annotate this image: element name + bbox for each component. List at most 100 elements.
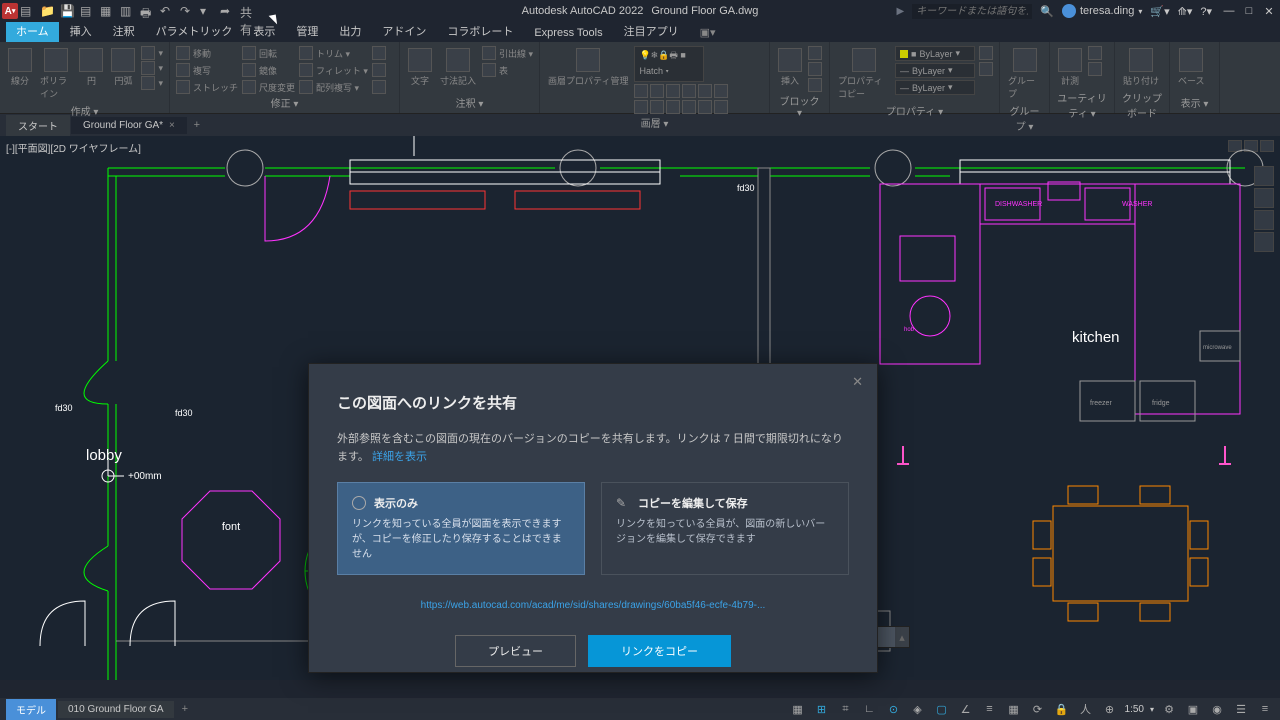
autodesk-icon[interactable]: ⟰▾ (1178, 5, 1193, 18)
search-icon[interactable]: 🔍 (1040, 5, 1054, 18)
tab-annotate[interactable]: 注釈 (103, 20, 145, 42)
nav-zoom-icon[interactable] (1254, 210, 1274, 230)
status-hw-icon[interactable]: ◉ (1208, 701, 1226, 717)
cmd-expand-icon[interactable]: ▴ (895, 631, 909, 644)
details-link[interactable]: 詳細を表示 (372, 451, 427, 463)
status-otrack-icon[interactable]: ∠ (957, 701, 975, 717)
play-icon[interactable]: ▶ (897, 6, 905, 17)
share-url-link[interactable]: https://web.autocad.com/acad/me/sid/shar… (421, 600, 766, 611)
measure-button[interactable]: 計測 (1056, 46, 1084, 89)
qat-more-icon[interactable]: ▾ (200, 4, 214, 18)
status-anno-icon[interactable]: 🔒 (1053, 701, 1071, 717)
panel-annot[interactable]: 注釈 ▾ (406, 94, 533, 111)
viewport-label[interactable]: [-][平面図][2D ワイヤフレーム] (6, 140, 141, 155)
layer-tool8[interactable] (650, 100, 664, 114)
maximize-button[interactable]: □ (1240, 2, 1258, 20)
dim-button[interactable]: 寸法記入 (438, 46, 478, 89)
layer-tool1[interactable] (634, 84, 648, 98)
rotate-button[interactable]: 回転 (242, 46, 295, 60)
paste-button[interactable]: 貼り付け (1121, 46, 1161, 89)
panel-modify[interactable]: 修正 ▾ (176, 94, 393, 111)
array-button[interactable]: 配列複写 ▾ (299, 80, 368, 94)
text-button[interactable]: 文字 (406, 46, 434, 89)
status-snap-icon[interactable]: ⌗ (837, 701, 855, 717)
tab-insert[interactable]: 挿入 (60, 20, 102, 42)
status-gear-icon[interactable]: ⚙ (1160, 701, 1178, 717)
layer-tool3[interactable] (666, 84, 680, 98)
prop-tool2[interactable] (979, 62, 993, 76)
status-trans-icon[interactable]: ▦ (1005, 701, 1023, 717)
mirror-button[interactable]: 鏡像 (242, 63, 295, 77)
option-edit-copy[interactable]: ✎コピーを編集して保存 リンクを知っている全員が、図面の新しいバージョンを編集し… (601, 482, 849, 575)
status-anno2-icon[interactable]: 人 (1077, 701, 1095, 717)
tab-file1[interactable]: Ground Floor GA* × (71, 117, 187, 134)
panel-clip[interactable]: クリップボード (1121, 89, 1163, 121)
mod-more3[interactable] (372, 80, 386, 94)
match-button[interactable]: プロパティコピー (836, 46, 891, 102)
nav-wheel-icon[interactable] (1254, 166, 1274, 186)
saveas-icon[interactable]: ▤ (80, 4, 94, 18)
status-ortho-icon[interactable]: ∟ (861, 701, 879, 717)
layer-tool10[interactable] (682, 100, 696, 114)
status-osnap-icon[interactable]: ▢ (933, 701, 951, 717)
tab-featured[interactable]: 注目アプリ (614, 20, 689, 42)
prop-tool1[interactable] (979, 46, 993, 60)
status-scale[interactable]: 1:50 (1125, 704, 1144, 715)
tab-start[interactable]: スタート (6, 115, 70, 136)
block-tool3[interactable] (808, 78, 822, 92)
tab-collaborate[interactable]: コラボレート (437, 20, 523, 42)
panel-group[interactable]: グループ ▾ (1006, 102, 1043, 134)
status-anno3-icon[interactable]: ⊕ (1101, 701, 1119, 717)
panel-util[interactable]: ユーティリティ ▾ (1056, 89, 1108, 121)
arc-button[interactable]: 円弧 (109, 46, 137, 89)
mod-more1[interactable] (372, 46, 386, 60)
cart-icon[interactable]: 🛒▾ (1150, 5, 1169, 18)
status-grid-icon[interactable]: ⊞ (813, 701, 831, 717)
account-menu[interactable]: teresa.ding ▾ (1062, 4, 1142, 18)
util-tool1[interactable] (1088, 46, 1102, 60)
status-model-icon[interactable]: ▦ (789, 701, 807, 717)
util-tool2[interactable] (1088, 62, 1102, 76)
scale-button[interactable]: 尺度変更 (242, 80, 295, 94)
help-icon[interactable]: ?▾ (1200, 5, 1212, 18)
layer-tool4[interactable] (682, 84, 696, 98)
table-button[interactable]: 表 (482, 63, 533, 77)
stretch-button[interactable]: ストレッチ (176, 80, 238, 94)
base-button[interactable]: ベース (1176, 46, 1207, 89)
new-icon[interactable]: ▤ (20, 4, 34, 18)
close-button[interactable]: ✕ (1260, 2, 1278, 20)
tab-manage[interactable]: 管理 (286, 20, 328, 42)
draw-more3[interactable]: ▾ (141, 76, 163, 90)
search-input[interactable] (912, 4, 1032, 19)
app-logo[interactable]: A▾ (2, 3, 18, 19)
status-polar-icon[interactable]: ⊙ (885, 701, 903, 717)
move-button[interactable]: 移動 (176, 46, 238, 60)
block-tool1[interactable] (808, 46, 822, 60)
draw-more2[interactable]: ▾ (141, 61, 163, 75)
layout-add-button[interactable]: + (176, 703, 194, 715)
layer-tool9[interactable] (666, 100, 680, 114)
preview-button[interactable]: プレビュー (455, 635, 576, 667)
status-max-icon[interactable]: ▣ (1184, 701, 1202, 717)
layer-tool11[interactable] (698, 100, 712, 114)
tab-model[interactable]: モデル (6, 699, 56, 720)
share-icon[interactable]: ➦ (220, 4, 234, 18)
draw-more1[interactable]: ▾ (141, 46, 163, 60)
line-button[interactable]: 線分 (6, 46, 34, 89)
layer-tool6[interactable] (714, 84, 728, 98)
panel-block[interactable]: ブロック ▾ (776, 92, 823, 120)
mod-more2[interactable] (372, 63, 386, 77)
insert-button[interactable]: 挿入 (776, 46, 804, 89)
option-view-only[interactable]: 表示のみ リンクを知っている全員が図面を表示できますが、コピーを修正したり保存す… (337, 482, 585, 575)
print-icon[interactable]: 🖶 (140, 4, 154, 18)
status-cycle-icon[interactable]: ⟳ (1029, 701, 1047, 717)
fillet-button[interactable]: フィレット ▾ (299, 63, 368, 77)
leader-button[interactable]: 引出線 ▾ (482, 46, 533, 60)
tab-close-icon[interactable]: × (169, 120, 175, 131)
panel-prop[interactable]: プロパティ ▾ (836, 102, 993, 119)
status-iso-icon[interactable]: ◈ (909, 701, 927, 717)
qat-custom-icon[interactable]: 共有 (240, 4, 254, 18)
status-iso2-icon[interactable]: ☰ (1232, 701, 1250, 717)
drawing-canvas[interactable]: [-][平面図][2D ワイヤフレーム] (0, 136, 1280, 680)
color-dropdown[interactable]: ■ ByLayer ▾ (895, 46, 975, 61)
